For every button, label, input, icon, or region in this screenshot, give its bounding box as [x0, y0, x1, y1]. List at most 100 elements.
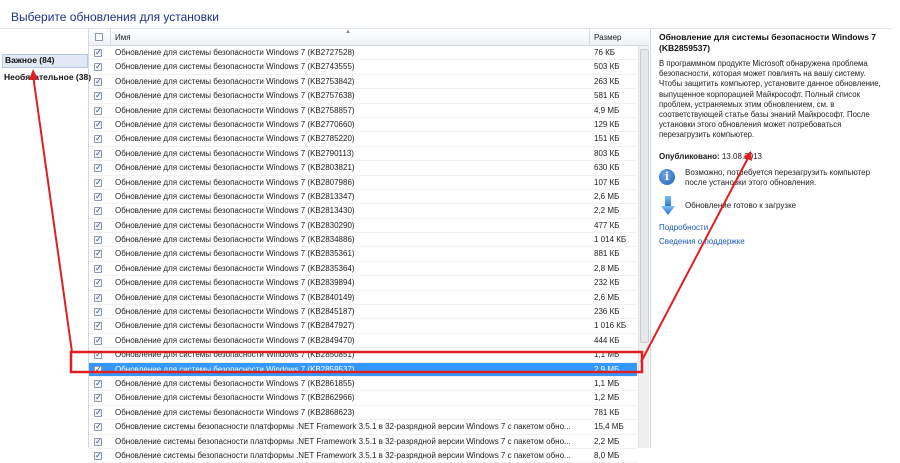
column-header: Имя ▲ Размер — [89, 29, 649, 46]
update-checkbox[interactable] — [94, 363, 102, 377]
update-checkbox[interactable] — [94, 219, 102, 233]
table-row[interactable]: Обновление для системы безопасности Wind… — [89, 75, 637, 90]
update-size: 8,0 МБ — [594, 450, 620, 460]
info-icon: i — [659, 169, 675, 185]
update-name: Обновление системы безопасности платформ… — [115, 450, 571, 460]
update-name: Обновление для системы безопасности Wind… — [115, 350, 355, 360]
table-row[interactable]: Обновление для системы безопасности Wind… — [89, 247, 637, 262]
update-name: Обновление для системы безопасности Wind… — [115, 393, 355, 403]
table-row[interactable]: Обновление системы безопасности платформ… — [89, 420, 637, 435]
update-checkbox[interactable] — [94, 132, 102, 146]
update-name: Обновление для системы безопасности Wind… — [115, 206, 355, 216]
table-row[interactable]: Обновление для системы безопасности Wind… — [89, 406, 637, 421]
update-name: Обновление системы безопасности платформ… — [115, 436, 571, 446]
update-checkbox[interactable] — [94, 449, 102, 463]
update-checkbox[interactable] — [94, 190, 102, 204]
update-size: 781 КБ — [594, 407, 620, 417]
table-row[interactable]: Обновление для системы безопасности Wind… — [89, 60, 637, 75]
select-all-checkbox[interactable] — [95, 33, 103, 41]
table-row[interactable]: Обновление для системы безопасности Wind… — [89, 147, 637, 162]
published-date: 13.08.2013 — [721, 152, 762, 161]
table-row[interactable]: Обновление для системы безопасности Wind… — [89, 233, 637, 248]
table-row[interactable]: Обновление для системы безопасности Wind… — [89, 262, 637, 277]
update-name: Обновление для системы безопасности Wind… — [115, 364, 355, 374]
table-row[interactable]: Обновление для системы безопасности Wind… — [89, 276, 637, 291]
table-row[interactable]: Обновление для системы безопасности Wind… — [89, 305, 637, 320]
update-size: 236 КБ — [594, 307, 620, 317]
table-row[interactable]: Обновление для системы безопасности Wind… — [89, 46, 637, 61]
update-checkbox[interactable] — [94, 104, 102, 118]
update-checkbox[interactable] — [94, 276, 102, 290]
category-optional[interactable]: Необязательное (38) — [4, 72, 91, 82]
update-checkbox[interactable] — [94, 348, 102, 362]
update-checkbox[interactable] — [94, 291, 102, 305]
more-info-link[interactable]: Подробности — [659, 223, 708, 232]
table-row[interactable]: Обновление для системы безопасности Wind… — [89, 104, 637, 118]
update-size: 2,2 МБ — [594, 206, 620, 216]
update-checkbox[interactable] — [94, 89, 102, 103]
table-row[interactable]: Обновление системы безопасности платформ… — [89, 435, 637, 449]
update-checkbox[interactable] — [94, 420, 102, 434]
column-name-header[interactable]: Имя — [115, 33, 131, 42]
update-size: 232 КБ — [594, 278, 620, 288]
update-size: 76 КБ — [594, 48, 616, 57]
update-size: 803 КБ — [594, 148, 620, 158]
table-row[interactable]: Обновление для системы безопасности Wind… — [89, 319, 637, 334]
table-row[interactable]: Обновление для системы безопасности Wind… — [89, 377, 637, 392]
update-checkbox[interactable] — [94, 391, 102, 405]
update-checkbox[interactable] — [94, 247, 102, 261]
update-checkbox[interactable] — [94, 60, 102, 74]
table-row[interactable]: Обновление для системы безопасности Wind… — [89, 89, 637, 104]
category-important[interactable]: Важное (84) — [2, 54, 88, 68]
update-checkbox[interactable] — [94, 262, 102, 276]
table-row[interactable]: Обновление для системы безопасности Wind… — [89, 190, 637, 205]
table-row[interactable]: Обновление для системы безопасности Wind… — [89, 334, 637, 349]
update-rows: Обновление для системы безопасности Wind… — [89, 46, 637, 463]
update-size: 1,2 МБ — [594, 393, 620, 403]
update-checkbox[interactable] — [94, 319, 102, 333]
update-checkbox[interactable] — [94, 377, 102, 391]
update-size: 129 КБ — [594, 119, 620, 129]
update-checkbox[interactable] — [94, 406, 102, 420]
update-name: Обновление для системы безопасности Wind… — [115, 91, 355, 101]
column-size-header[interactable]: Размер — [594, 33, 622, 42]
update-checkbox[interactable] — [94, 75, 102, 89]
table-row[interactable]: Обновление для системы безопасности Wind… — [89, 118, 637, 133]
update-checkbox[interactable] — [94, 46, 102, 60]
update-name: Обновление для системы безопасности Wind… — [115, 235, 355, 245]
table-row[interactable]: Обновление для системы безопасности Wind… — [89, 132, 637, 147]
update-checkbox[interactable] — [94, 118, 102, 132]
update-size: 263 КБ — [594, 76, 620, 86]
list-scrollbar[interactable] — [638, 46, 649, 448]
update-checkbox[interactable] — [94, 161, 102, 175]
table-row[interactable]: Обновление для системы безопасности Wind… — [89, 291, 637, 306]
details-pane: Обновление для системы безопасности Wind… — [650, 29, 893, 448]
table-row[interactable]: Обновление для системы безопасности Wind… — [89, 161, 637, 176]
ready-status-text: Обновление готово к загрузке — [685, 201, 797, 210]
support-info-link[interactable]: Сведения о поддержке — [659, 237, 745, 246]
table-row[interactable]: Обновление для системы безопасности Wind… — [89, 219, 637, 234]
update-name: Обновление для системы безопасности Wind… — [115, 76, 355, 86]
update-size: 2,6 МБ — [594, 191, 620, 201]
update-size: 581 КБ — [594, 91, 620, 101]
update-checkbox[interactable] — [94, 233, 102, 247]
update-checkbox[interactable] — [94, 147, 102, 161]
update-checkbox[interactable] — [94, 204, 102, 218]
update-size: 1,1 МБ — [594, 378, 620, 388]
update-name: Обновление для системы безопасности Wind… — [115, 321, 355, 331]
update-checkbox[interactable] — [94, 305, 102, 319]
column-divider — [589, 29, 590, 45]
table-row[interactable]: Обновление для системы безопасности Wind… — [89, 204, 637, 219]
table-row-selected[interactable]: Обновление для системы безопасности Wind… — [89, 362, 637, 377]
update-name: Обновление для системы безопасности Wind… — [115, 249, 355, 259]
scrollbar-thumb[interactable] — [640, 49, 649, 343]
table-row[interactable]: Обновление для системы безопасности Wind… — [89, 391, 637, 406]
update-name: Обновление для системы безопасности Wind… — [115, 177, 355, 187]
update-size: 1 016 КБ — [594, 321, 627, 331]
update-checkbox[interactable] — [94, 334, 102, 348]
table-row[interactable]: Обновление для системы безопасности Wind… — [89, 348, 637, 363]
table-row[interactable]: Обновление системы безопасности платформ… — [89, 449, 637, 463]
update-checkbox[interactable] — [94, 435, 102, 449]
table-row[interactable]: Обновление для системы безопасности Wind… — [89, 176, 637, 190]
update-checkbox[interactable] — [94, 176, 102, 190]
